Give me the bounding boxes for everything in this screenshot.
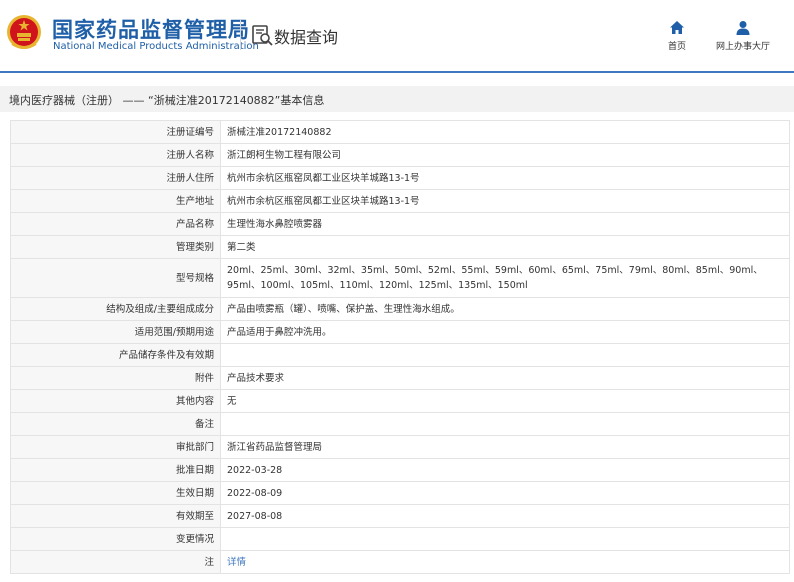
field-label: 注册人住所 <box>10 166 221 190</box>
field-value: 产品适用于鼻腔冲洗用。 <box>220 320 790 344</box>
site-subtitle[interactable]: National Medical Products Administration <box>53 41 259 52</box>
field-label: 产品储存条件及有效期 <box>10 343 221 367</box>
site-header: 国家药品监督管理局 National Medical Products Admi… <box>0 0 794 73</box>
table-row: 注册证编号 浙械注准20172140882 <box>10 120 790 144</box>
home-icon <box>670 21 684 34</box>
record-detail-table: 注册证编号 浙械注准20172140882 注册人名称 浙江朗柯生物工程有限公司 注… <box>10 120 790 574</box>
table-row: 生产地址 杭州市余杭区瓶窑凤都工业区块羊城路13-1号 <box>10 189 790 213</box>
breadcrumb-bar: 境内医疗器械（注册） —— “浙械注准20172140882”基本信息 <box>0 86 794 112</box>
table-row: 适用范围/预期用途 产品适用于鼻腔冲洗用。 <box>10 320 790 344</box>
field-value <box>220 412 790 436</box>
field-value: 浙江朗柯生物工程有限公司 <box>220 143 790 167</box>
nav-home-label: 首页 <box>667 42 686 52</box>
breadcrumb-record-title: “浙械注准20172140882”基本信息 <box>148 94 325 107</box>
table-row: 其他内容无 <box>10 389 790 413</box>
table-row: 附件 产品技术要求 <box>10 366 790 390</box>
detail-link[interactable]: 详情 <box>227 557 246 568</box>
header-divider <box>240 20 241 50</box>
field-label: 注 <box>10 550 221 574</box>
table-row: 产品名称 生理性海水鼻腔喷雾器 <box>10 212 790 236</box>
field-label: 备注 <box>10 412 221 436</box>
field-value <box>220 527 790 551</box>
field-label: 生效日期 <box>10 481 221 505</box>
table-row: 审批部门 浙江省药品监督管理局 <box>10 435 790 459</box>
table-row: 注详情 <box>10 550 790 574</box>
field-value: 产品技术要求 <box>220 366 790 390</box>
page-section-title: 数据查询 <box>274 28 339 47</box>
table-row: 注册人名称 浙江朗柯生物工程有限公司 <box>10 143 790 167</box>
field-value <box>220 343 790 367</box>
national-emblem-icon <box>7 15 41 49</box>
table-row: 变更情况 <box>10 527 790 551</box>
nav-online-office-label: 网上办事大厅 <box>715 42 770 52</box>
field-value: 第二类 <box>220 235 790 259</box>
field-label: 结构及组成/主要组成成分 <box>10 297 221 321</box>
table-row: 管理类别 第二类 <box>10 235 790 259</box>
document-search-icon <box>252 25 273 46</box>
field-value: 2027-08-08 <box>220 504 790 528</box>
site-title[interactable]: 国家药品监督管理局 <box>52 14 250 44</box>
field-value: 杭州市余杭区瓶窑凤都工业区块羊城路13-1号 <box>220 166 790 190</box>
field-value: 产品由喷雾瓶（罐）、喷嘴、保护盖、生理性海水组成。 <box>220 297 790 321</box>
field-value: 详情 <box>220 550 790 574</box>
table-row: 结构及组成/主要组成成分 产品由喷雾瓶（罐）、喷嘴、保护盖、生理性海水组成。 <box>10 297 790 321</box>
table-row: 型号规格 20ml、25ml、30ml、32ml、35ml、50ml、52ml、5… <box>10 258 790 298</box>
field-label: 管理类别 <box>10 235 221 259</box>
field-label: 注册人名称 <box>10 143 221 167</box>
field-value: 20ml、25ml、30ml、32ml、35ml、50ml、52ml、55ml、… <box>220 258 790 298</box>
field-value: 生理性海水鼻腔喷雾器 <box>220 212 790 236</box>
field-label: 审批部门 <box>10 435 221 459</box>
field-label: 适用范围/预期用途 <box>10 320 221 344</box>
nav-home[interactable]: 首页 <box>660 20 694 52</box>
field-value: 杭州市余杭区瓶窑凤都工业区块羊城路13-1号 <box>220 189 790 213</box>
field-label: 变更情况 <box>10 527 221 551</box>
field-label: 注册证编号 <box>10 120 221 144</box>
field-label: 型号规格 <box>10 258 221 298</box>
table-row: 批准日期 2022-03-28 <box>10 458 790 482</box>
breadcrumb: 境内医疗器械（注册） —— “浙械注准20172140882”基本信息 <box>9 92 324 108</box>
table-row: 生效日期 2022-08-09 <box>10 481 790 505</box>
nav-online-office[interactable]: 网上办事大厅 <box>710 20 776 52</box>
field-value: 2022-08-09 <box>220 481 790 505</box>
table-row: 产品储存条件及有效期 <box>10 343 790 367</box>
table-row: 备注 <box>10 412 790 436</box>
breadcrumb-separator: —— <box>122 94 145 107</box>
field-label: 其他内容 <box>10 389 221 413</box>
field-value: 浙械注准20172140882 <box>220 120 790 144</box>
field-value: 无 <box>220 389 790 413</box>
table-row: 注册人住所 杭州市余杭区瓶窑凤都工业区块羊城路13-1号 <box>10 166 790 190</box>
user-icon <box>736 21 750 35</box>
table-row: 有效期至 2027-08-08 <box>10 504 790 528</box>
field-value: 2022-03-28 <box>220 458 790 482</box>
field-label: 有效期至 <box>10 504 221 528</box>
field-label: 生产地址 <box>10 189 221 213</box>
header-underline <box>0 71 794 73</box>
field-label: 批准日期 <box>10 458 221 482</box>
breadcrumb-category[interactable]: 境内医疗器械（注册） <box>9 94 119 107</box>
field-label: 附件 <box>10 366 221 390</box>
field-label: 产品名称 <box>10 212 221 236</box>
field-value: 浙江省药品监督管理局 <box>220 435 790 459</box>
